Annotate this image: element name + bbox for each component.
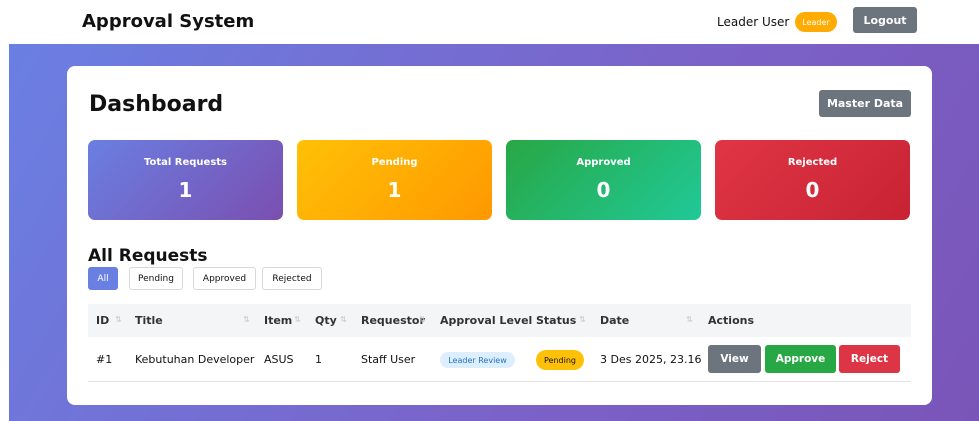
column-header-status[interactable]: Status: [536, 304, 576, 337]
cell-requestor: Staff User: [361, 353, 416, 366]
sort-icon[interactable]: ⇅: [579, 304, 586, 337]
logout-button[interactable]: Logout: [853, 7, 917, 33]
table-row: #1 Kebutuhan Developer ASUS 1 Staff User…: [88, 337, 911, 382]
column-header-item[interactable]: Item: [264, 304, 292, 337]
stat-card-total: Total Requests 1: [88, 140, 283, 220]
section-title: All Requests: [88, 246, 208, 266]
cell-title: Kebutuhan Developer: [135, 353, 255, 366]
page-title: Dashboard: [89, 92, 224, 117]
stat-card-rejected: Rejected 0: [715, 140, 910, 220]
sort-icon[interactable]: ⇅: [294, 304, 301, 337]
sort-icon[interactable]: ⇅: [419, 304, 426, 337]
sort-icon[interactable]: ⇅: [243, 304, 250, 337]
stat-label-rejected: Rejected: [787, 157, 838, 168]
stat-label-total: Total Requests: [143, 157, 228, 168]
dashboard-card: Dashboard Master Data Total Requests 1 P…: [67, 66, 932, 405]
status-badge: Pending: [536, 350, 584, 370]
stat-label-approved: Approved: [576, 157, 631, 168]
filter-rejected-button[interactable]: Rejected: [262, 267, 322, 290]
cell-item: ASUS: [264, 353, 294, 366]
sort-icon[interactable]: ⇅: [686, 304, 693, 337]
reject-button[interactable]: Reject: [839, 345, 900, 373]
filter-all-button[interactable]: All: [88, 267, 118, 290]
cell-id: #1: [96, 353, 113, 366]
user-name: Leader User: [717, 15, 790, 29]
view-button[interactable]: View: [708, 345, 761, 373]
column-header-date[interactable]: Date: [600, 304, 629, 337]
master-data-button[interactable]: Master Data: [819, 90, 911, 117]
stat-value-total: 1: [178, 178, 193, 202]
top-navbar: Approval System Leader User Leader Logou…: [0, 0, 979, 44]
stat-label-pending: Pending: [371, 157, 418, 168]
filter-pending-button[interactable]: Pending: [129, 267, 183, 290]
sort-icon[interactable]: ⇅: [340, 304, 347, 337]
filter-approved-button[interactable]: Approved: [193, 267, 256, 290]
cell-date: 3 Des 2025, 23.16: [600, 353, 702, 366]
column-header-id[interactable]: ID: [96, 304, 109, 337]
stat-card-approved: Approved 0: [506, 140, 701, 220]
table-header: ID ⇅ Title ⇅ Item ⇅ Qty ⇅ Requestor ⇅ Ap…: [88, 304, 911, 337]
stat-value-pending: 1: [387, 178, 402, 202]
column-header-title[interactable]: Title: [135, 304, 163, 337]
cell-qty: 1: [315, 353, 322, 366]
column-header-qty[interactable]: Qty: [315, 304, 337, 337]
stat-value-rejected: 0: [805, 178, 820, 202]
column-header-requestor[interactable]: Requestor: [361, 304, 425, 337]
column-header-actions: Actions: [708, 314, 754, 327]
approval-level-badge: Leader Review: [440, 352, 515, 368]
stat-value-approved: 0: [596, 178, 611, 202]
role-badge: Leader: [795, 12, 837, 32]
stat-card-pending: Pending 1: [297, 140, 492, 220]
sort-icon[interactable]: ⇅: [115, 304, 122, 337]
app-title: Approval System: [82, 11, 255, 32]
column-header-approval-level[interactable]: Approval Level: [440, 304, 532, 337]
approve-button[interactable]: Approve: [765, 345, 836, 373]
